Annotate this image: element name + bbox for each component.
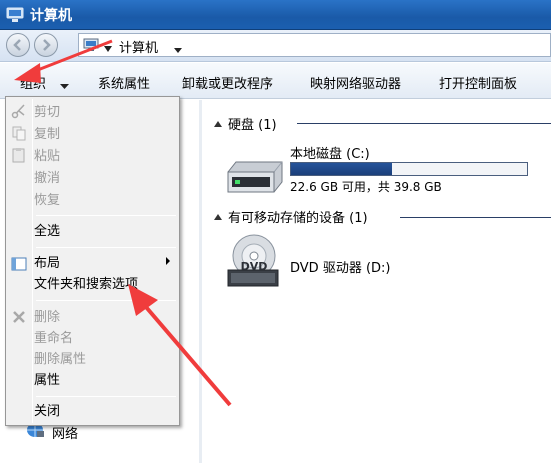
dvd-drive-name: DVD 驱动器 (D:) xyxy=(290,261,391,276)
removable-group-label: 有可移动存储的设备 (1) xyxy=(228,211,368,226)
map-network-drive-button[interactable]: 映射网络驱动器 xyxy=(310,73,401,92)
hard-disk-group-label: 硬盘 (1) xyxy=(228,118,277,133)
uninstall-program-button[interactable]: 卸载或更改程序 xyxy=(182,73,273,92)
open-control-panel-button[interactable]: 打开控制面板 xyxy=(439,73,517,92)
menu-separator xyxy=(36,247,176,248)
scissors-icon xyxy=(11,103,27,123)
breadcrumb-separator-icon[interactable] xyxy=(103,42,113,57)
submenu-arrow-icon xyxy=(166,257,170,265)
address-row: 计算机 xyxy=(0,30,551,62)
address-bar[interactable]: 计算机 xyxy=(78,33,551,57)
chevron-down-icon[interactable] xyxy=(60,79,69,94)
dvd-logo-text: DVD xyxy=(241,260,268,273)
menu-item-cut[interactable]: 剪切 xyxy=(34,103,60,123)
menu-item-layout[interactable]: 布局 xyxy=(34,254,60,274)
command-bar: 组织 系统属性 卸载或更改程序 映射网络驱动器 打开控制面板 xyxy=(0,63,551,99)
chevron-down-icon[interactable] xyxy=(173,43,183,58)
computer-icon xyxy=(6,7,24,27)
copy-icon xyxy=(11,125,27,145)
organize-button[interactable]: 组织 xyxy=(20,73,46,92)
organize-menu: 剪切 复制 粘贴 撤消 恢复 全选 布局 文件夹和搜索选项 删除 重命名 删除属… xyxy=(5,96,180,426)
back-arrow-icon xyxy=(13,39,21,51)
disk-free-space: 22.6 GB 可用，共 39.8 GB xyxy=(290,180,442,194)
menu-gutter xyxy=(32,99,33,423)
group-divider xyxy=(297,123,551,124)
title-bar: 计算机 xyxy=(0,0,551,30)
delete-icon xyxy=(11,309,27,329)
group-divider xyxy=(400,217,551,218)
menu-item-undo[interactable]: 撤消 xyxy=(34,169,60,189)
layout-icon xyxy=(11,256,27,276)
dvd-drive-icon: DVD xyxy=(222,234,286,294)
menu-item-redo[interactable]: 恢复 xyxy=(34,191,60,211)
menu-item-rename[interactable]: 重命名 xyxy=(34,329,73,349)
menu-separator xyxy=(36,300,176,301)
collapse-icon[interactable] xyxy=(214,121,222,127)
forward-arrow-icon xyxy=(43,39,51,51)
collapse-icon[interactable] xyxy=(214,214,222,220)
menu-item-delete[interactable]: 删除 xyxy=(34,308,60,328)
hard-drive-icon xyxy=(224,158,286,200)
breadcrumb-computer[interactable]: 计算机 xyxy=(119,37,158,56)
content-area: 硬盘 (1) 本地磁盘 (C:) 22.6 GB 可用，共 39.8 GB 有可… xyxy=(202,100,551,463)
menu-item-folder-options[interactable]: 文件夹和搜索选项 xyxy=(34,275,138,295)
menu-item-properties[interactable]: 属性 xyxy=(34,371,60,391)
local-disk-name: 本地磁盘 (C:) xyxy=(290,147,370,162)
hard-disk-group-header[interactable]: 硬盘 (1) xyxy=(214,114,277,133)
system-properties-button[interactable]: 系统属性 xyxy=(98,73,150,92)
forward-button[interactable] xyxy=(34,33,58,57)
menu-item-select-all[interactable]: 全选 xyxy=(34,222,60,242)
menu-item-copy[interactable]: 复制 xyxy=(34,125,60,145)
menu-item-close[interactable]: 关闭 xyxy=(34,402,60,422)
disk-usage-bar xyxy=(290,162,528,176)
menu-separator xyxy=(36,215,176,216)
paste-icon xyxy=(11,147,27,167)
back-button[interactable] xyxy=(6,33,30,57)
menu-item-remove-properties[interactable]: 删除属性 xyxy=(34,350,86,370)
removable-group-header[interactable]: 有可移动存储的设备 (1) xyxy=(214,207,368,226)
window-title: 计算机 xyxy=(30,8,72,24)
menu-separator xyxy=(36,396,176,397)
disk-usage-fill xyxy=(291,163,393,175)
menu-item-paste[interactable]: 粘贴 xyxy=(34,147,60,167)
computer-icon xyxy=(83,38,99,56)
